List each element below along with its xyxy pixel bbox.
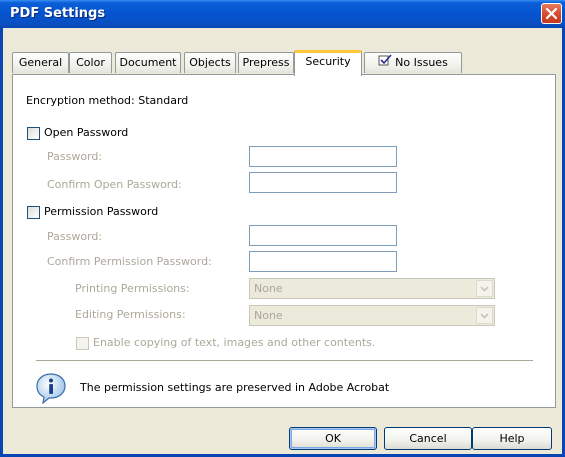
tab-document[interactable]: Document: [115, 52, 181, 73]
open-password-checkbox[interactable]: [27, 127, 40, 140]
help-button[interactable]: Help: [472, 427, 552, 450]
close-button[interactable]: [541, 3, 562, 24]
tab-objects[interactable]: Objects: [184, 52, 236, 73]
confirm-open-password-input[interactable]: [249, 172, 397, 193]
tab-color[interactable]: Color: [69, 52, 112, 73]
editing-permissions-select[interactable]: None: [249, 305, 495, 326]
permission-password-label: Permission Password: [44, 205, 159, 218]
chevron-down-icon: [476, 280, 493, 297]
close-icon: [545, 7, 558, 20]
permission-password-input[interactable]: [249, 225, 397, 246]
editing-permissions-label: Editing Permissions:: [75, 308, 186, 321]
chevron-down-icon: [476, 307, 493, 324]
printing-permissions-select[interactable]: None: [249, 278, 495, 299]
enable-copying-label: Enable copying of text, images and other…: [93, 336, 376, 349]
cancel-button[interactable]: Cancel: [384, 427, 472, 450]
permission-password-checkbox[interactable]: [27, 206, 40, 219]
tab-no-issues[interactable]: No Issues: [364, 52, 462, 73]
checklist-icon: [378, 53, 392, 73]
info-icon: [36, 372, 68, 405]
confirm-permission-password-input[interactable]: [249, 251, 397, 272]
tab-security[interactable]: Security: [294, 50, 362, 76]
encryption-method-label: Encryption method: Standard: [26, 94, 189, 107]
open-password-field-label: Password:: [47, 150, 103, 163]
tab-general[interactable]: General: [12, 52, 69, 73]
info-message: The permission settings are preserved in…: [80, 381, 390, 394]
dialog-body: General Color Document Objects Prepress …: [0, 28, 565, 457]
confirm-permission-password-label: Confirm Permission Password:: [47, 255, 212, 268]
window-title: PDF Settings: [10, 6, 106, 21]
section-divider: [36, 360, 533, 362]
printing-permissions-label: Printing Permissions:: [75, 282, 190, 295]
confirm-open-password-label: Confirm Open Password:: [47, 178, 182, 191]
open-password-input[interactable]: [249, 146, 397, 167]
ok-button[interactable]: OK: [289, 427, 377, 450]
tab-prepress[interactable]: Prepress: [238, 52, 294, 73]
title-bar: PDF Settings: [0, 0, 565, 28]
enable-copying-checkbox[interactable]: [76, 337, 89, 350]
permission-password-field-label: Password:: [47, 230, 103, 243]
open-password-label: Open Password: [44, 126, 129, 139]
security-panel: Encryption method: Standard Open Passwor…: [12, 74, 556, 408]
